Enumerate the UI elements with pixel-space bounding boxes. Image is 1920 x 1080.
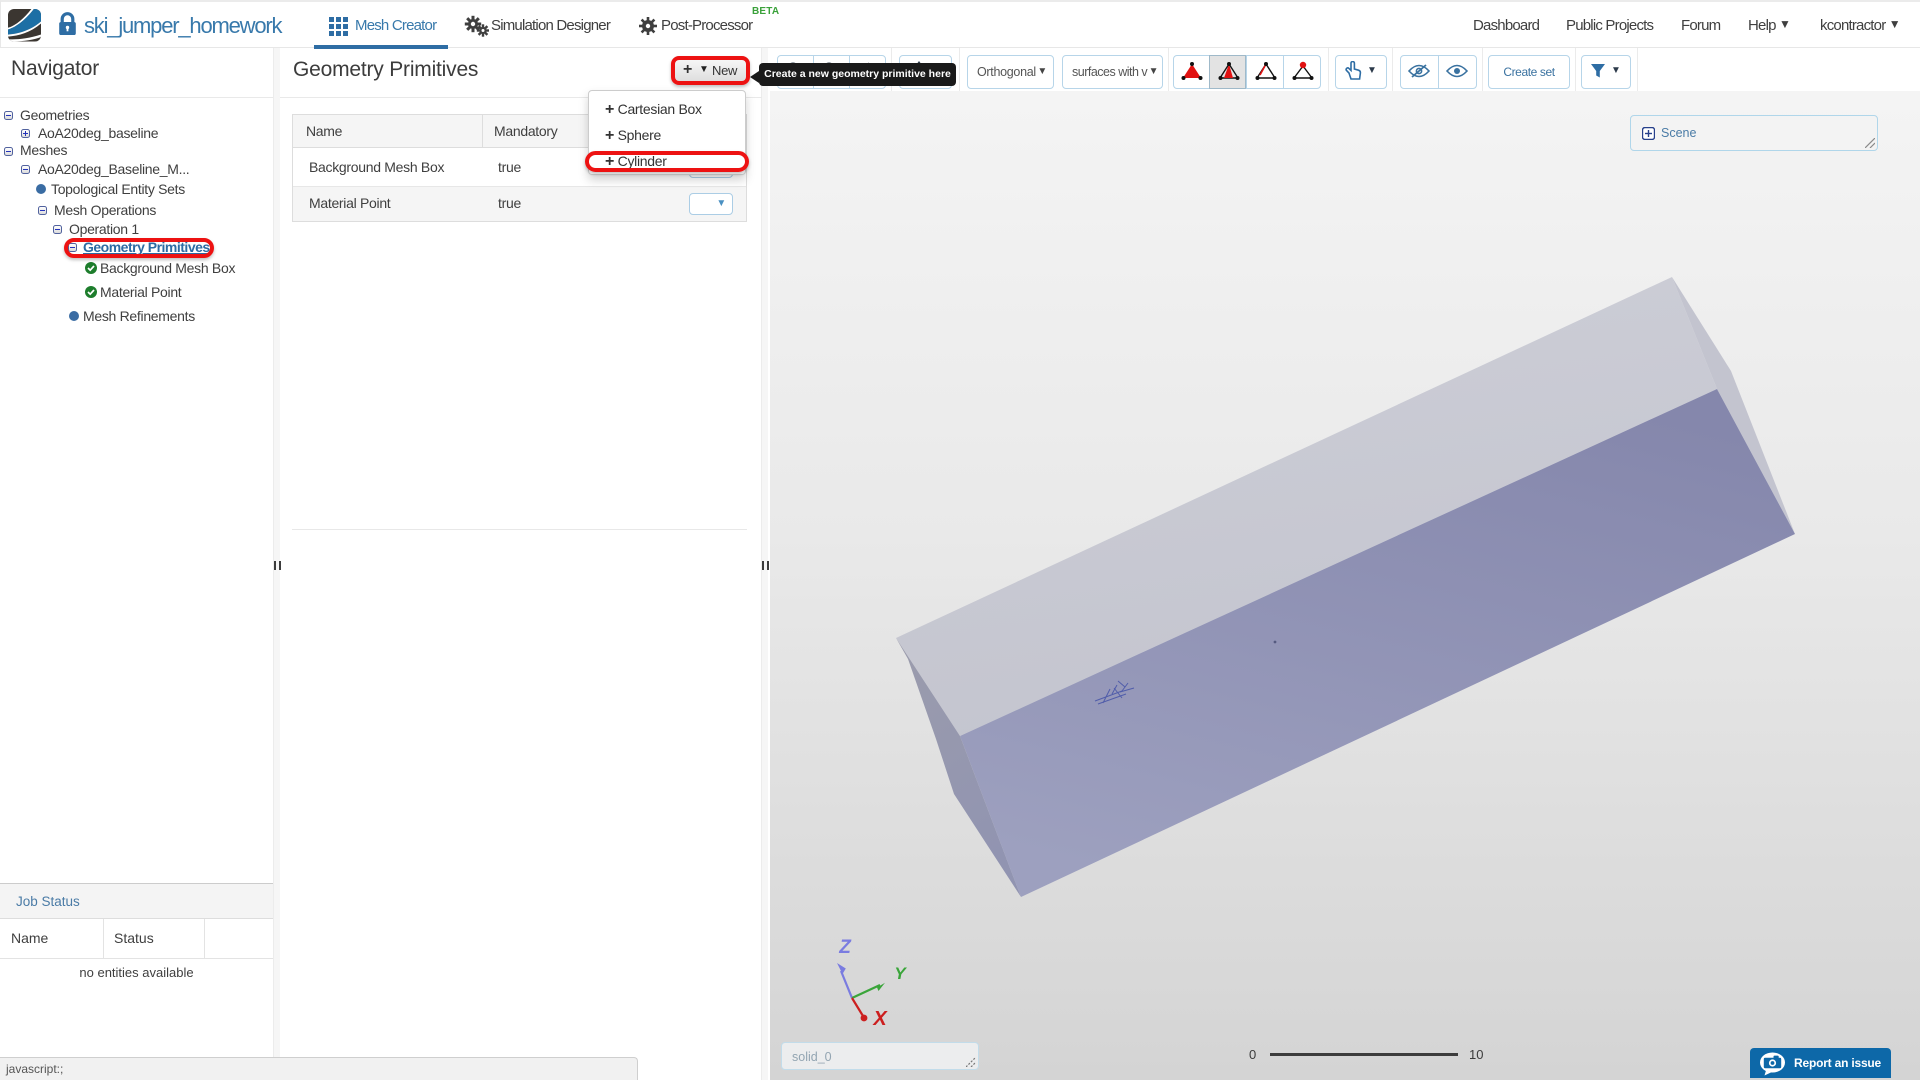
svg-text:Y: Y — [894, 964, 907, 983]
svg-text:X: X — [872, 1008, 888, 1030]
svg-text:Z: Z — [838, 937, 852, 958]
